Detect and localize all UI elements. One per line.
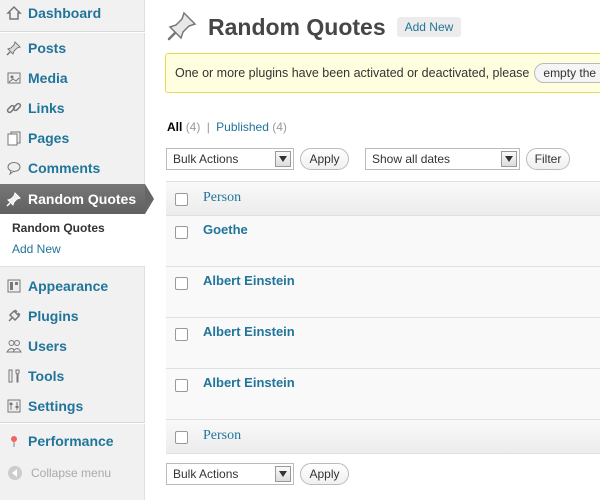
sidebar-item-dashboard[interactable]: Dashboard [0,0,145,28]
sidebar-item-performance[interactable]: Performance [0,426,145,456]
dashboard-icon [0,5,28,21]
admin-sidebar: Dashboard Posts Media Links Pages Commen… [0,0,154,500]
sidebar-item-label: Media [28,70,68,86]
bulk-actions-select[interactable]: Bulk Actions [166,148,294,170]
row-checkbox[interactable] [175,277,188,290]
plugin-icon [0,308,28,324]
plugin-notice: One or more plugins have been activated … [165,53,600,93]
submenu-item-random-quotes[interactable]: Random Quotes [12,221,105,235]
menu-separator [0,422,145,424]
column-footer-person[interactable]: Person [203,428,241,444]
page-title: Random Quotes [208,13,386,40]
collapse-menu-button[interactable]: Collapse menu [0,462,145,484]
sidebar-item-label: Performance [28,433,114,449]
sidebar-item-links[interactable]: Links [0,93,145,123]
quotes-table: Person Goethe Albert Einstein Albert Ein… [166,181,600,454]
page-header: Random Quotes Add New [166,8,462,46]
row-checkbox[interactable] [175,226,188,239]
settings-icon [0,398,28,414]
sidebar-item-label: Dashboard [28,5,102,21]
dropdown-arrow-icon [275,151,291,167]
row-person-link[interactable]: Albert Einstein [203,273,295,288]
row-checkbox[interactable] [175,328,188,341]
column-header-person[interactable]: Person [203,190,241,206]
sidebar-item-label: Links [28,100,65,116]
users-icon [0,338,28,354]
media-icon [0,70,28,86]
sidebar-item-label: Users [28,338,67,354]
select-all-checkbox[interactable] [175,431,188,444]
sidebar-item-tools[interactable]: Tools [0,361,145,391]
row-person-link[interactable]: Goethe [203,222,248,237]
sidebar-item-appearance[interactable]: Appearance [0,271,145,301]
sidebar-item-label: Comments [28,160,101,176]
pushpin-icon [0,191,28,207]
table-header-row: Person [166,182,600,216]
sidebar-item-comments[interactable]: Comments [0,153,145,183]
sidebar-item-label: Tools [28,368,65,384]
date-filter-select[interactable]: Show all dates [365,148,520,170]
sidebar-item-pages[interactable]: Pages [0,123,145,153]
filter-published-link[interactable]: Published [216,120,269,134]
bulk-actions-value: Bulk Actions [173,152,239,166]
bulk-actions-select-bottom[interactable]: Bulk Actions [166,463,294,485]
appearance-icon [0,278,28,294]
comment-bubble-icon [0,160,28,176]
row-checkbox[interactable] [175,379,188,392]
tools-icon [0,368,28,384]
pushpin-icon [166,10,198,45]
main-content: Random Quotes Add New One or more plugin… [146,0,600,500]
pages-icon [0,130,28,146]
sidebar-item-plugins[interactable]: Plugins [0,301,145,331]
sidebar-item-label: Plugins [28,308,79,324]
collapse-arrow-icon [8,466,22,480]
bulk-actions-value: Bulk Actions [173,467,239,481]
select-all-checkbox[interactable] [175,193,188,206]
sidebar-submenu: Random Quotes Add New [0,214,145,267]
pushpin-icon [0,40,28,56]
collapse-menu-label: Collapse menu [31,466,112,480]
sidebar-item-media[interactable]: Media [0,63,145,93]
submenu-item-add-new[interactable]: Add New [12,242,61,256]
notice-text: One or more plugins have been activated … [175,66,530,80]
performance-icon [0,433,28,449]
sidebar-item-settings[interactable]: Settings [0,391,145,421]
empty-cache-button[interactable]: empty the page cache [534,63,600,83]
table-row: Albert Einstein [166,267,600,318]
sidebar-item-label: Random Quotes [28,191,137,207]
sidebar-item-label: Appearance [28,278,109,294]
filter-published-count: (4) [272,120,287,134]
table-row: Goethe [166,216,600,267]
add-new-button[interactable]: Add New [396,17,462,37]
table-row: Albert Einstein [166,318,600,369]
filter-all-link[interactable]: All [167,120,182,134]
filter-button[interactable]: Filter [526,148,570,170]
dropdown-arrow-icon [275,466,291,482]
table-footer-row: Person [166,420,600,454]
dropdown-arrow-icon [501,151,517,167]
sidebar-item-label: Settings [28,398,84,414]
sidebar-item-label: Posts [28,40,67,56]
sidebar-item-posts[interactable]: Posts [0,33,145,63]
apply-button-bottom[interactable]: Apply [300,463,349,485]
sidebar-item-random-quotes[interactable]: Random Quotes [0,184,154,214]
sidebar-item-label: Pages [28,130,70,146]
row-person-link[interactable]: Albert Einstein [203,324,295,339]
apply-button[interactable]: Apply [300,148,349,170]
filter-separator: | [206,120,210,134]
link-icon [0,100,28,116]
sidebar-item-users[interactable]: Users [0,331,145,361]
table-row: Albert Einstein [166,369,600,420]
date-filter-value: Show all dates [372,152,451,166]
filter-all-count: (4) [185,120,201,134]
status-filter-links: All (4) | Published (4) [167,120,287,134]
row-person-link[interactable]: Albert Einstein [203,375,295,390]
